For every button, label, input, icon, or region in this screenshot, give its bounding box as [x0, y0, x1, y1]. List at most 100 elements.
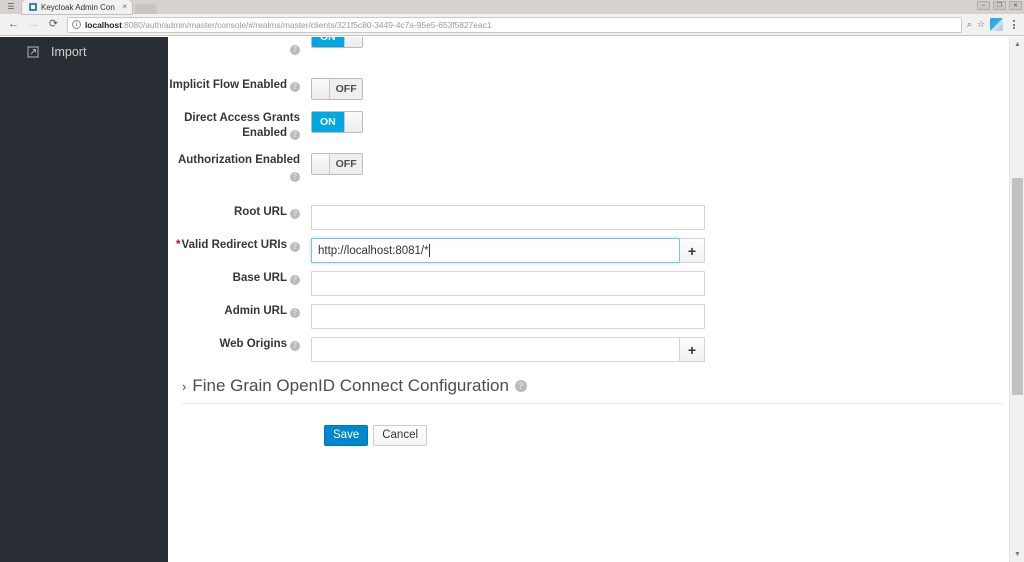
toggle-implicit-flow[interactable]: OFF [311, 78, 363, 100]
web-origins-input[interactable] [311, 337, 680, 362]
address-bar[interactable]: i localhost:8080/auth/admin/master/conso… [67, 16, 962, 33]
browser-window: ☰ Keycloak Admin Con × − ❐ ✕ ← → ⟳ i loc… [0, 0, 1024, 562]
toggle-handle [312, 79, 331, 99]
toggle-standard-flow[interactable]: ON [311, 37, 363, 48]
toggle-handle [343, 112, 362, 132]
client-settings-form: Standard Flow Enabled ? ON Implicit Flow… [169, 37, 1016, 446]
toggle-state-label: ON [312, 37, 344, 47]
browser-toolbar: ← → ⟳ i localhost:8080/auth/admin/master… [0, 14, 1024, 36]
field-admin-url [311, 304, 1016, 329]
label-authorization: Authorization Enabled ? [177, 154, 300, 182]
valid-redirect-uris-input[interactable]: http://localhost:8081/* [311, 238, 680, 263]
sidebar-item-import[interactable]: Import [0, 37, 168, 67]
sidebar: Import [0, 37, 168, 562]
section-divider [182, 403, 1003, 404]
toggle-state-label: ON [312, 112, 344, 132]
help-icon[interactable]: ? [290, 242, 300, 252]
valid-redirect-uris-value: http://localhost:8081/* [318, 244, 429, 257]
page-viewport: Import Standard Flow Enabled ? ON [0, 37, 1024, 562]
form-row-valid-redirect-uris: *Valid Redirect URIs? http://localhost:8… [169, 238, 1016, 263]
site-info-icon[interactable]: i [72, 20, 81, 29]
label-standard-flow: Standard Flow Enabled ? [169, 37, 311, 56]
field-valid-redirect-uris: http://localhost:8081/* + [311, 238, 1016, 263]
tab-title: Keycloak Admin Con [41, 2, 115, 12]
form-row-implicit-flow: Implicit Flow Enabled? OFF [169, 78, 1016, 100]
cancel-button[interactable]: Cancel [373, 425, 428, 446]
help-icon[interactable]: ? [290, 341, 300, 351]
chevron-right-icon: › [182, 378, 187, 394]
zoom-icon[interactable]: ⌕ [967, 20, 972, 29]
scroll-down-arrow-icon[interactable]: ▼ [1010, 547, 1024, 562]
toggle-handle [312, 154, 331, 174]
help-icon[interactable]: ? [290, 172, 300, 182]
sidebar-item-label: Import [51, 45, 87, 59]
bookmark-star-icon[interactable]: ☆ [977, 20, 985, 29]
input-wrap-base-url [311, 271, 1016, 296]
toggle-state-label: OFF [330, 79, 362, 99]
root-url-input[interactable] [311, 205, 705, 230]
extension-icon[interactable] [990, 18, 1003, 31]
window-close-button[interactable]: ✕ [1009, 1, 1022, 10]
field-standard-flow: ON [311, 37, 1016, 48]
favicon-icon [29, 3, 37, 11]
forward-button-icon[interactable]: → [24, 16, 43, 34]
window-controls: − ❐ ✕ [977, 1, 1022, 10]
toggle-direct-access-grants[interactable]: ON [311, 111, 363, 133]
omnibox-icons: ⌕ ☆ [967, 20, 986, 29]
help-icon[interactable]: ? [290, 45, 300, 55]
add-web-origin-button[interactable]: + [680, 337, 705, 362]
help-icon[interactable]: ? [514, 380, 527, 392]
label-implicit-flow: Implicit Flow Enabled? [169, 78, 311, 93]
main-content: Standard Flow Enabled ? ON Implicit Flow… [169, 37, 1016, 562]
label-direct-access-grants: Direct Access Grants Enabled? [184, 112, 300, 140]
form-actions: Save Cancel [169, 425, 1016, 446]
save-button[interactable]: Save [324, 425, 369, 446]
import-icon [27, 46, 39, 58]
toggle-state-label: OFF [330, 154, 362, 174]
tab-close-icon[interactable]: × [122, 3, 127, 11]
vertical-scrollbar[interactable]: ▲ ▼ [1009, 37, 1024, 562]
label-base-url: Base URL? [169, 271, 311, 286]
form-row-root-url: Root URL? [169, 205, 1016, 230]
reload-button-icon[interactable]: ⟳ [44, 16, 63, 34]
field-authorization: OFF [311, 153, 1016, 175]
input-wrap-root-url [311, 205, 1016, 230]
browser-tab[interactable]: Keycloak Admin Con × [22, 0, 132, 14]
help-icon[interactable]: ? [290, 130, 300, 140]
url-path: :8080/auth/admin/master/console/#/realms… [121, 19, 492, 30]
help-icon[interactable]: ? [290, 275, 300, 285]
fine-grain-oidc-section-header[interactable]: › Fine Grain OpenID Connect Configuratio… [169, 376, 1016, 403]
window-minimize-button[interactable]: − [977, 1, 990, 10]
scrollbar-thumb[interactable] [1012, 178, 1023, 395]
input-wrap-admin-url [311, 304, 1016, 329]
required-marker: * [176, 239, 181, 251]
admin-url-input[interactable] [311, 304, 705, 329]
label-root-url: Root URL? [169, 205, 311, 220]
form-row-base-url: Base URL? [169, 271, 1016, 296]
scroll-up-arrow-icon[interactable]: ▲ [1010, 37, 1024, 52]
label-web-origins: Web Origins? [169, 337, 311, 352]
back-button-icon[interactable]: ← [4, 16, 23, 34]
form-row-direct-access-grants: Direct Access Grants Enabled? ON [169, 111, 1016, 141]
help-icon[interactable]: ? [290, 82, 300, 92]
field-direct-access-grants: ON [311, 111, 1016, 133]
input-wrap-valid-redirect-uris: http://localhost:8081/* + [311, 238, 1016, 263]
form-row-admin-url: Admin URL? [169, 304, 1016, 329]
help-icon[interactable]: ? [290, 209, 300, 219]
chrome-app-menu-icon[interactable]: ☰ [0, 0, 22, 14]
window-maximize-button[interactable]: ❐ [993, 1, 1006, 10]
add-valid-redirect-uri-button[interactable]: + [680, 238, 705, 263]
new-tab-button[interactable] [135, 4, 157, 14]
text-caret [428, 244, 430, 257]
toggle-authorization[interactable]: OFF [311, 153, 363, 175]
chrome-menu-icon[interactable] [1007, 20, 1020, 29]
label-admin-url: Admin URL? [169, 304, 311, 319]
section-title: Fine Grain OpenID Connect Configuration [192, 376, 509, 395]
base-url-input[interactable] [311, 271, 705, 296]
field-root-url [311, 205, 1016, 230]
help-icon[interactable]: ? [290, 308, 300, 318]
label-valid-redirect-uris: *Valid Redirect URIs? [169, 238, 311, 253]
field-web-origins: + [311, 337, 1016, 362]
url-host: localhost [85, 19, 122, 30]
field-implicit-flow: OFF [311, 78, 1016, 100]
